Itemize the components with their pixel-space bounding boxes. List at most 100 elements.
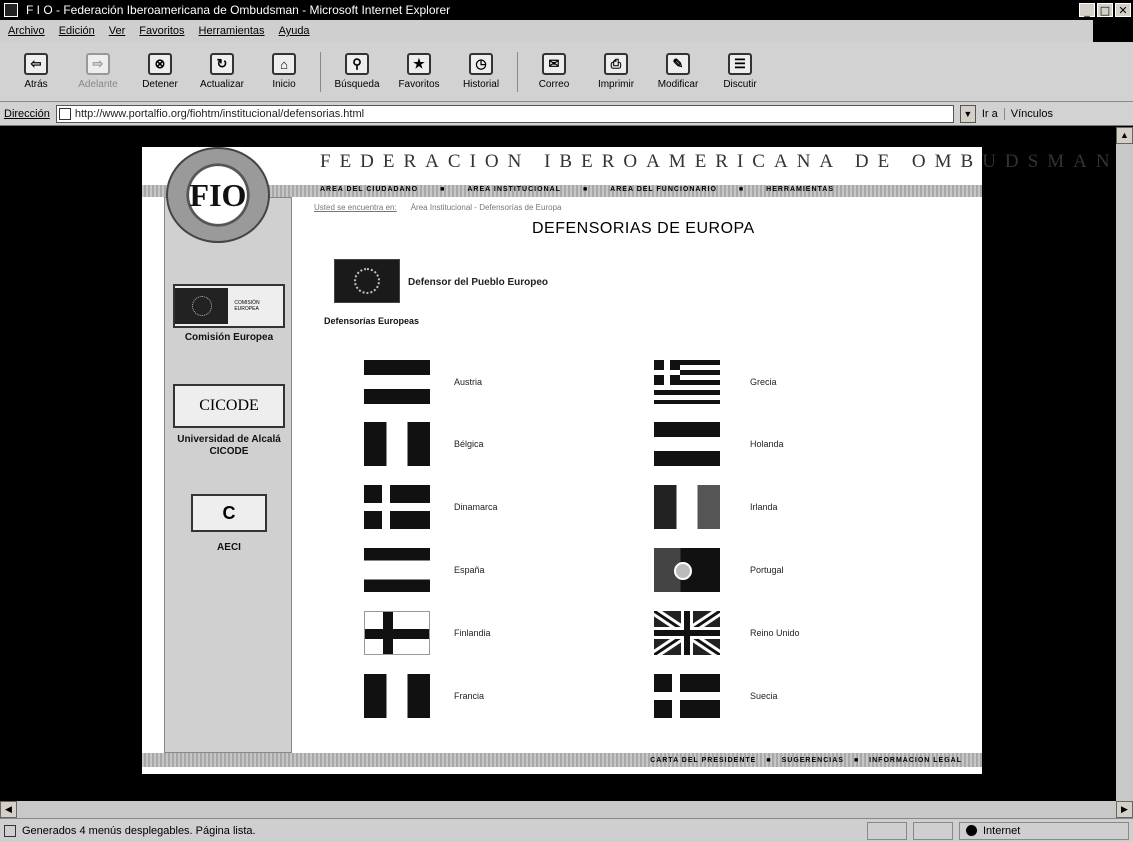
country-irlanda[interactable]: Irlanda: [654, 485, 778, 529]
favorites-button[interactable]: ★ Favoritos: [393, 53, 445, 90]
internet-globe-icon: [966, 825, 977, 836]
sweden-flag-icon[interactable]: [654, 674, 720, 718]
nav-area-funcionario[interactable]: AREA DEL FUNCIONARIO: [610, 186, 717, 196]
ireland-flag-icon[interactable]: [654, 485, 720, 529]
austria-flag-icon[interactable]: [364, 360, 430, 404]
status-pane: [913, 821, 953, 840]
country-label[interactable]: Holanda: [750, 439, 784, 449]
menu-favoritos[interactable]: Favoritos: [139, 25, 184, 37]
history-icon: ◷: [469, 53, 493, 75]
fio-logo[interactable]: FIO: [166, 147, 270, 243]
netherlands-flag-icon[interactable]: [654, 422, 720, 466]
discuss-button[interactable]: ☰ Discutir: [714, 53, 766, 90]
greece-flag-icon[interactable]: [654, 360, 720, 404]
forward-arrow-icon: ⇨: [86, 53, 110, 75]
address-dropdown-button[interactable]: ▼: [959, 104, 976, 123]
country-label[interactable]: Finlandia: [454, 628, 491, 638]
go-button[interactable]: Ir a: [982, 108, 998, 120]
stop-icon: ⊗: [148, 53, 172, 75]
country-reino-unido[interactable]: Reino Unido: [654, 611, 800, 655]
alcala-label[interactable]: Universidad de Alcalá CICODE: [165, 434, 293, 458]
search-button[interactable]: ⚲ Búsqueda: [331, 53, 383, 90]
nav-area-institucional[interactable]: AREA INSTITUCIONAL: [467, 186, 561, 196]
country-label[interactable]: Dinamarca: [454, 502, 498, 512]
eu-ombudsman-link[interactable]: Defensor del Pueblo Europeo: [408, 277, 548, 288]
country-holanda[interactable]: Holanda: [654, 422, 784, 466]
country-portugal[interactable]: Portugal: [654, 548, 784, 592]
vertical-scrollbar[interactable]: ▲: [1116, 127, 1133, 801]
menu-ver[interactable]: Ver: [109, 25, 126, 37]
page-title: DEFENSORIAS DE EUROPA: [532, 220, 755, 237]
denmark-flag-icon[interactable]: [364, 485, 430, 529]
nav-herramientas[interactable]: HERRAMIENTAS: [766, 186, 834, 196]
country-belgica[interactable]: Bélgica: [364, 422, 484, 466]
refresh-button[interactable]: ↻ Actualizar: [196, 53, 248, 90]
mail-icon: ✉: [542, 53, 566, 75]
comision-europea-banner[interactable]: COMISIÓN EUROPEA: [173, 284, 285, 328]
aeci-banner[interactable]: C: [191, 494, 267, 532]
stop-button[interactable]: ⊗ Detener: [134, 53, 186, 90]
country-label[interactable]: Portugal: [750, 565, 784, 575]
country-austria[interactable]: Austria: [364, 360, 482, 404]
menu-ayuda[interactable]: Ayuda: [279, 25, 310, 37]
portugal-flag-icon[interactable]: [654, 548, 720, 592]
scroll-right-icon[interactable]: ▶: [1116, 801, 1133, 818]
cicode-banner[interactable]: CICODE: [173, 384, 285, 428]
minimize-button[interactable]: _: [1079, 3, 1095, 17]
edit-button[interactable]: ✎ Modificar: [652, 53, 704, 90]
belgium-flag-icon[interactable]: [364, 422, 430, 466]
country-finlandia[interactable]: Finlandia: [364, 611, 491, 655]
horizontal-scrollbar[interactable]: ◀ ▶: [0, 801, 1133, 818]
country-francia[interactable]: Francia: [364, 674, 484, 718]
print-button[interactable]: ⎙ Imprimir: [590, 53, 642, 90]
toolbar-separator: [320, 51, 321, 92]
eu-flag-icon[interactable]: [334, 259, 400, 303]
home-button[interactable]: ⌂ Inicio: [258, 53, 310, 90]
country-dinamarca[interactable]: Dinamarca: [364, 485, 498, 529]
country-label[interactable]: Suecia: [750, 691, 778, 701]
country-label[interactable]: Francia: [454, 691, 484, 701]
menu-edicion[interactable]: Edición: [59, 25, 95, 37]
france-flag-icon[interactable]: [364, 674, 430, 718]
scroll-up-icon[interactable]: ▲: [1116, 127, 1133, 144]
address-url: http://www.portalfio.org/fiohtm/instituc…: [74, 107, 365, 120]
address-input[interactable]: http://www.portalfio.org/fiohtm/instituc…: [55, 104, 954, 123]
federation-title: FEDERACION IBEROAMERICANA DE OMBUDSMAN: [320, 151, 1119, 172]
menu-archivo[interactable]: Archivo: [8, 25, 45, 37]
breadcrumb-prefix[interactable]: Usted se encuentra en:: [314, 203, 397, 212]
uk-flag-icon[interactable]: [654, 611, 720, 655]
back-button[interactable]: ⇦ Atrás: [10, 53, 62, 90]
window-title: F I O - Federación Iberoamericana de Omb…: [26, 3, 451, 17]
country-suecia[interactable]: Suecia: [654, 674, 778, 718]
country-label[interactable]: Reino Unido: [750, 628, 800, 638]
web-page: FEDERACION IBEROAMERICANA DE OMBUDSMAN A…: [142, 147, 1110, 774]
nav-area-ciudadano[interactable]: AREA DEL CIUDADANO: [320, 186, 418, 196]
footer-carta-presidente[interactable]: CARTA DEL PRESIDENTE: [650, 757, 756, 764]
country-label[interactable]: España: [454, 565, 485, 575]
country-label[interactable]: Irlanda: [750, 502, 778, 512]
fio-logo-text: FIO: [189, 176, 247, 213]
history-button[interactable]: ◷ Historial: [455, 53, 507, 90]
comision-europea-label[interactable]: Comisión Europea: [165, 332, 293, 344]
windows-logo-throbber: [1093, 20, 1133, 42]
footer-informacion-legal[interactable]: INFORMACION LEGAL: [869, 757, 962, 764]
maximize-button[interactable]: □: [1097, 3, 1113, 17]
footer-sugerencias[interactable]: SUGERENCIAS: [782, 757, 844, 764]
aeci-label[interactable]: AECI: [165, 542, 293, 554]
address-bar: Dirección http://www.portalfio.org/fioht…: [0, 102, 1133, 126]
mail-button[interactable]: ✉ Correo: [528, 53, 580, 90]
top-navigation: AREA DEL CIUDADANO ■ AREA INSTITUCIONAL …: [320, 186, 834, 196]
favorites-icon: ★: [407, 53, 431, 75]
country-label[interactable]: Grecia: [750, 377, 777, 387]
scroll-left-icon[interactable]: ◀: [0, 801, 17, 818]
links-button[interactable]: Vínculos: [1003, 107, 1053, 120]
country-grecia[interactable]: Grecia: [654, 360, 777, 404]
country-label[interactable]: Bélgica: [454, 439, 484, 449]
spain-flag-icon[interactable]: [364, 548, 430, 592]
forward-button[interactable]: ⇨ Adelante: [72, 53, 124, 90]
country-espana[interactable]: España: [364, 548, 485, 592]
country-label[interactable]: Austria: [454, 377, 482, 387]
close-button[interactable]: ✕: [1115, 3, 1131, 17]
finland-flag-icon[interactable]: [364, 611, 430, 655]
menu-herramientas[interactable]: Herramientas: [199, 25, 265, 37]
